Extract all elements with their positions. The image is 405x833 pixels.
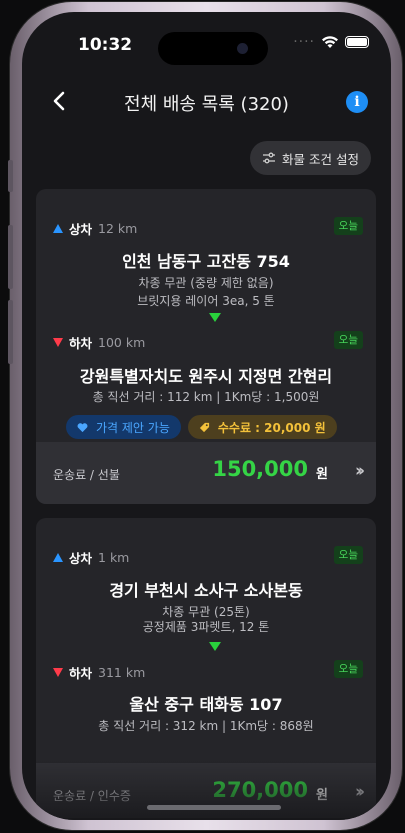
dropoff-kind: 하차: [69, 666, 93, 681]
home-indicator[interactable]: [147, 805, 281, 810]
navigation-bar: 전체 배송 목록 (320) i: [22, 82, 391, 122]
dropoff-triangle-icon: [53, 338, 63, 347]
dropoff-kind: 하차: [69, 336, 93, 351]
dropoff-triangle-icon: [53, 668, 63, 677]
today-badge: 오늘: [333, 660, 363, 678]
payment-type: 운송료 / 선불: [53, 468, 120, 482]
page-title: 전체 배송 목록 (320): [124, 94, 289, 115]
signal-icon: ····: [293, 34, 315, 50]
fee-badge: 수수료 : 20,000 원: [187, 415, 337, 439]
delivery-card[interactable]: 상차 12 km 오늘 인천 남동구 고잔동 754 차종 무관 (중량 제한 …: [36, 189, 376, 504]
double-chevron-right-icon[interactable]: ››: [355, 461, 365, 481]
info-icon[interactable]: i: [346, 91, 368, 113]
freight-price: 150,000: [212, 457, 308, 481]
double-chevron-right-icon[interactable]: ››: [355, 782, 365, 802]
status-time: 10:32: [78, 35, 133, 55]
dropoff-row: 하차 311 km: [53, 663, 145, 682]
route-arrow-icon: [209, 642, 221, 651]
dynamic-island: [158, 32, 268, 65]
today-badge: 오늘: [333, 331, 363, 349]
price-offer-badge: 가격 제안 가능: [66, 415, 181, 439]
sliders-icon: [263, 152, 276, 164]
currency-unit: 원: [316, 788, 328, 803]
dropoff-distance: 311 km: [98, 665, 146, 680]
volume-up-button: [8, 225, 13, 289]
pickup-triangle-icon: [53, 224, 63, 233]
price-offer-label: 가격 제안 가능: [96, 420, 170, 435]
cargo-info: 공정제품 3파렛트, 12 톤: [142, 620, 270, 634]
pickup-address: 인천 남동구 고잔동 754: [122, 252, 290, 271]
dropoff-row: 하차 100 km: [53, 333, 145, 352]
tag-icon: [199, 422, 209, 432]
pickup-kind: 상차: [69, 222, 93, 237]
vehicle-info: 차종 무관 (중량 제한 없음): [138, 276, 274, 290]
filter-label: 화물 조건 설정: [282, 151, 359, 167]
currency-unit: 원: [316, 467, 328, 482]
fee-label: 수수료 : 20,000 원: [217, 420, 326, 435]
wifi-icon: [322, 36, 338, 48]
pickup-kind: 상차: [69, 551, 93, 566]
pickup-triangle-icon: [53, 553, 63, 562]
heart-icon: [77, 422, 88, 432]
status-bar: 10:32 ····: [22, 12, 391, 74]
payment-type: 운송료 / 인수증: [53, 789, 131, 803]
today-badge: 오늘: [333, 546, 363, 564]
pickup-distance: 12 km: [98, 221, 138, 236]
distance-summary: 총 직선 거리 : 112 km | 1Km당 : 1,500원: [92, 390, 320, 404]
volume-down-button: [8, 300, 13, 364]
cargo-filter-button[interactable]: 화물 조건 설정: [250, 141, 371, 175]
pickup-distance: 1 km: [98, 550, 130, 565]
route-arrow-icon: [209, 313, 221, 322]
mute-switch: [8, 160, 13, 192]
screen: 10:32 ···· 전체 배송 목록 (320) i 화물 조건 설정 상차 …: [22, 12, 391, 820]
freight-price: 270,000: [212, 778, 308, 802]
cargo-info: 브릿지용 레이어 3ea, 5 톤: [137, 294, 275, 308]
dropoff-address: 강원특별자치도 원주시 지정면 간현리: [79, 367, 333, 386]
pickup-row: 상차 1 km: [53, 548, 129, 567]
battery-icon: [345, 36, 369, 48]
dropoff-distance: 100 km: [98, 335, 146, 350]
pickup-row: 상차 12 km: [53, 219, 137, 238]
delivery-card[interactable]: 상차 1 km 오늘 경기 부천시 소사구 소사본동 차종 무관 (25톤) 공…: [36, 518, 376, 818]
today-badge: 오늘: [333, 217, 363, 235]
badge-row: 가격 제안 가능 수수료 : 20,000 원: [66, 415, 337, 439]
card-footer: 운송료 / 선불 150,000 원 ››: [36, 442, 376, 504]
dropoff-address: 울산 중구 태화동 107: [129, 695, 283, 714]
status-icons: ····: [293, 34, 369, 50]
distance-summary: 총 직선 거리 : 312 km | 1Km당 : 868원: [98, 719, 314, 733]
pickup-address: 경기 부천시 소사구 소사본동: [109, 581, 303, 600]
